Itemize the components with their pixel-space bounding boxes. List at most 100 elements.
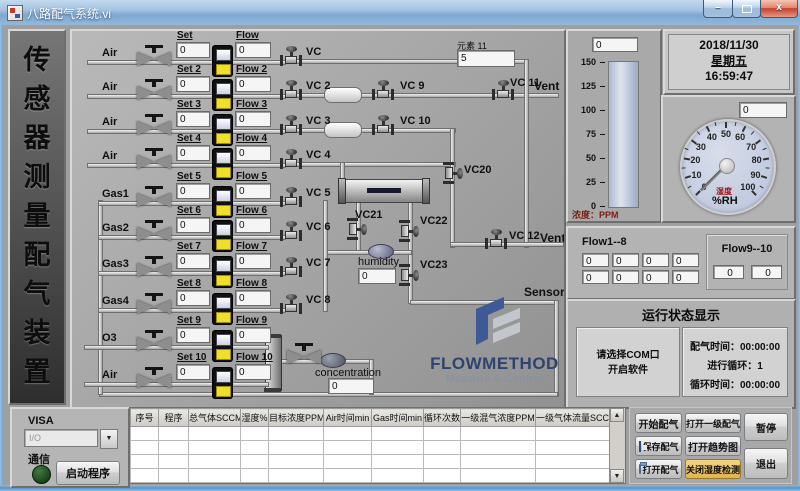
table-cell[interactable] (189, 427, 241, 441)
table-cell[interactable] (461, 441, 536, 455)
vc-valve-icon[interactable] (280, 80, 302, 100)
set-input[interactable]: 0 (176, 253, 210, 269)
vc9-valve-icon[interactable] (372, 80, 394, 100)
table-cell[interactable] (189, 441, 241, 455)
manual-valve-icon[interactable] (134, 367, 174, 389)
visa-resource-combo[interactable]: I/O (24, 429, 98, 447)
manual-valve-icon[interactable] (134, 256, 174, 278)
flow-label: Flow 3 (236, 99, 267, 110)
vc10-valve-icon[interactable] (372, 115, 394, 135)
manual-valve-icon[interactable] (134, 186, 174, 208)
manual-valve-icon[interactable] (134, 114, 174, 136)
trend-chart-button[interactable]: 打开趋势图 (685, 436, 741, 456)
table-cell[interactable] (324, 441, 372, 455)
table-cell[interactable] (241, 455, 269, 469)
table-cell[interactable] (536, 469, 611, 483)
manual-valve-icon[interactable] (134, 220, 174, 242)
set-input[interactable]: 0 (176, 42, 210, 58)
table-cell[interactable] (269, 441, 324, 455)
flow-readout-panel: Flow1--8 00000000 Flow9--10 00 (566, 226, 796, 300)
table-cell[interactable] (372, 469, 424, 483)
table-cell[interactable] (424, 469, 461, 483)
visa-combo-dropdown[interactable]: ▼ (100, 429, 118, 449)
vc-valve-icon[interactable] (280, 46, 302, 66)
table-cell[interactable] (131, 441, 159, 455)
concentration-tvalve-icon[interactable] (284, 343, 324, 365)
table-cell[interactable] (461, 469, 536, 483)
table-cell[interactable] (424, 441, 461, 455)
table-cell[interactable] (372, 427, 424, 441)
table-cell[interactable] (159, 469, 189, 483)
table-cell[interactable] (131, 427, 159, 441)
maximize-button[interactable] (732, 0, 761, 18)
set-input[interactable]: 0 (176, 217, 210, 233)
table-cell[interactable] (324, 427, 372, 441)
app-icon (7, 5, 23, 21)
table-cell[interactable] (189, 469, 241, 483)
open-primary-gas-button[interactable]: 打开一级配气 (685, 413, 741, 433)
vc12-valve-icon[interactable] (485, 229, 507, 249)
config-table[interactable]: 序号程序总气体SCCM湿度%目标浓度PPMAir时间minGas时间min循环次… (129, 407, 626, 484)
start-gas-button[interactable]: 开始配气 (635, 413, 682, 433)
minimize-button[interactable]: – (703, 0, 733, 18)
set-input[interactable]: 0 (176, 290, 210, 306)
table-cell[interactable] (424, 427, 461, 441)
vc23-valve-icon[interactable] (399, 264, 419, 286)
manual-valve-icon[interactable] (134, 79, 174, 101)
scroll-up-icon[interactable]: ▲ (610, 408, 624, 422)
table-cell[interactable] (461, 427, 536, 441)
tank-tick-label: 150 (572, 57, 596, 67)
vc22-valve-icon[interactable] (399, 220, 419, 242)
table-cell[interactable] (159, 441, 189, 455)
table-cell[interactable] (189, 455, 241, 469)
table-scrollbar[interactable]: ▲ ▼ (609, 408, 625, 483)
set-input[interactable]: 0 (176, 111, 210, 127)
table-cell[interactable] (461, 455, 536, 469)
humidity-detect-off-button[interactable]: 关闭湿度检测 (685, 459, 741, 479)
vc-valve-icon[interactable] (280, 257, 302, 277)
table-cell[interactable] (324, 455, 372, 469)
set-input[interactable]: 0 (176, 145, 210, 161)
manual-valve-icon[interactable] (134, 293, 174, 315)
table-cell[interactable] (131, 455, 159, 469)
table-cell[interactable] (372, 455, 424, 469)
vc20-valve-icon[interactable] (443, 162, 463, 184)
open-gas-button[interactable]: 打开配气 (635, 459, 682, 479)
table-cell[interactable] (241, 441, 269, 455)
vc-valve-icon[interactable] (280, 115, 302, 135)
table-cell[interactable] (241, 427, 269, 441)
vc-valve-icon[interactable] (280, 149, 302, 169)
set-input[interactable]: 0 (176, 327, 210, 343)
set-input[interactable]: 0 (176, 364, 210, 380)
close-button[interactable]: x (760, 0, 798, 18)
table-cell[interactable] (159, 455, 189, 469)
set-input[interactable]: 0 (176, 76, 210, 92)
element11-input[interactable]: 5 (457, 50, 515, 67)
manual-valve-icon[interactable] (134, 330, 174, 352)
vc-valve-icon[interactable] (280, 294, 302, 314)
vc-valve-icon[interactable] (280, 187, 302, 207)
table-cell[interactable] (269, 469, 324, 483)
scroll-down-icon[interactable]: ▼ (610, 469, 624, 483)
exit-button[interactable]: 退出 (744, 448, 788, 479)
table-cell[interactable] (241, 469, 269, 483)
table-cell[interactable] (131, 469, 159, 483)
table-cell[interactable] (372, 441, 424, 455)
table-cell[interactable] (424, 455, 461, 469)
vc21-valve-icon[interactable] (347, 218, 367, 240)
table-cell[interactable] (324, 469, 372, 483)
set-input[interactable]: 0 (176, 183, 210, 199)
table-cell[interactable] (536, 427, 611, 441)
title-bar[interactable]: 八路配气系统.vi – x (0, 0, 800, 26)
table-cell[interactable] (536, 455, 611, 469)
start-program-button[interactable]: 启动程序 (56, 461, 120, 485)
table-cell[interactable] (159, 427, 189, 441)
save-gas-button[interactable]: 保存配气 (635, 436, 682, 456)
pause-button[interactable]: 暂停 (744, 413, 788, 441)
table-cell[interactable] (536, 441, 611, 455)
manual-valve-icon[interactable] (134, 45, 174, 67)
vc-valve-icon[interactable] (280, 221, 302, 241)
table-cell[interactable] (269, 455, 324, 469)
table-cell[interactable] (269, 427, 324, 441)
manual-valve-icon[interactable] (134, 148, 174, 170)
